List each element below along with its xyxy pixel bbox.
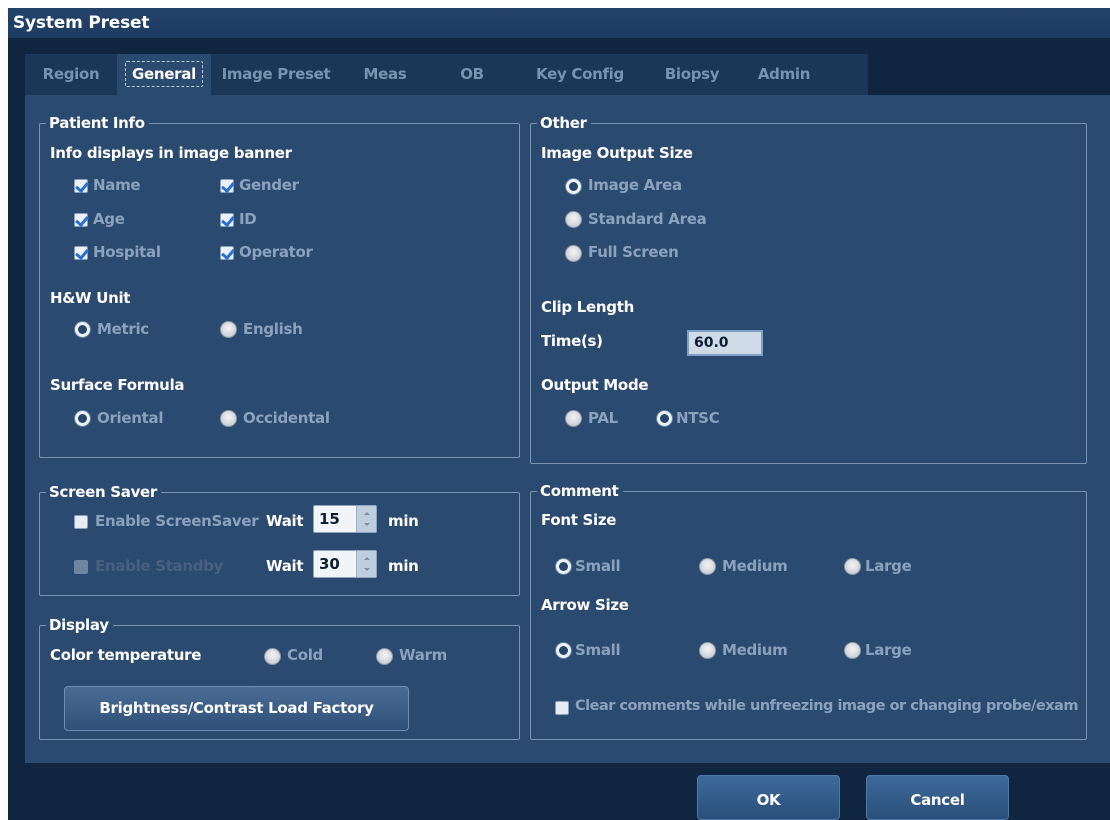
wait-label-1: Wait — [266, 512, 304, 530]
image-area-label: Image Area — [588, 176, 682, 194]
cancel-button[interactable]: Cancel — [866, 775, 1009, 820]
ntsc-label: NTSC — [676, 409, 720, 427]
tab-meas[interactable]: Meas — [341, 54, 429, 95]
font-medium-label: Medium — [722, 557, 788, 575]
metric-label: Metric — [97, 320, 149, 338]
tab-bar: Region General Image Preset Meas OB Key … — [25, 54, 868, 95]
english-label: English — [243, 320, 303, 338]
tab-image-preset[interactable]: Image Preset — [211, 54, 341, 95]
screen-saver-legend: Screen Saver — [46, 483, 162, 501]
standard-area-label: Standard Area — [588, 210, 707, 228]
window-title: System Preset — [8, 8, 1110, 38]
warm-label: Warm — [399, 646, 447, 664]
clip-time-input[interactable]: 60.0 — [687, 330, 763, 356]
min-label-2: min — [388, 557, 419, 575]
arrow-small-label: Small — [575, 641, 621, 659]
hospital-checkbox[interactable] — [74, 246, 88, 260]
age-checkbox[interactable] — [74, 213, 88, 227]
enable-screensaver-checkbox[interactable] — [74, 515, 88, 529]
font-medium-radio[interactable] — [699, 558, 716, 575]
ok-button[interactable]: OK — [697, 775, 840, 820]
hospital-label: Hospital — [93, 243, 161, 261]
wait-standby-value: 30 — [319, 555, 340, 573]
tab-key-config[interactable]: Key Config — [515, 54, 645, 95]
other-legend: Other — [537, 114, 591, 132]
display-group: Display Color temperature Cold Warm Brig… — [39, 616, 520, 740]
oriental-label: Oriental — [97, 409, 164, 427]
pal-radio[interactable] — [565, 410, 582, 427]
wait-screensaver-spinbox[interactable]: 15 — [313, 505, 377, 533]
tab-region[interactable]: Region — [25, 54, 117, 95]
id-checkbox[interactable] — [220, 213, 234, 227]
wait-screensaver-spinner[interactable] — [356, 506, 376, 532]
age-label: Age — [93, 210, 125, 228]
wait-screensaver-value: 15 — [319, 510, 340, 528]
enable-standby-label: Enable Standby — [95, 557, 224, 575]
cold-radio[interactable] — [264, 648, 281, 665]
comment-legend: Comment — [537, 482, 623, 500]
gender-checkbox[interactable] — [220, 179, 234, 193]
name-checkbox[interactable] — [74, 179, 88, 193]
arrow-medium-label: Medium — [722, 641, 788, 659]
arrow-large-label: Large — [865, 641, 912, 659]
font-small-radio[interactable] — [555, 558, 572, 575]
gender-label: Gender — [239, 176, 299, 194]
wait-standby-spinner[interactable] — [356, 551, 376, 577]
full-screen-radio[interactable] — [565, 245, 582, 262]
arrow-medium-radio[interactable] — [699, 642, 716, 659]
time-label: Time(s) — [541, 332, 603, 350]
cold-label: Cold — [287, 646, 323, 664]
metric-radio[interactable] — [74, 321, 91, 338]
min-label-1: min — [388, 512, 419, 530]
patient-info-legend: Patient Info — [46, 114, 149, 132]
surface-formula-heading: Surface Formula — [50, 376, 185, 394]
wait-standby-spinbox[interactable]: 30 — [313, 550, 377, 578]
font-large-radio[interactable] — [844, 558, 861, 575]
arrow-size-heading: Arrow Size — [541, 596, 629, 614]
color-temperature-label: Color temperature — [50, 646, 202, 664]
font-small-label: Small — [575, 557, 621, 575]
full-screen-label: Full Screen — [588, 243, 679, 261]
oriental-radio[interactable] — [74, 410, 91, 427]
tab-admin[interactable]: Admin — [739, 54, 829, 95]
tab-general[interactable]: General — [117, 54, 211, 95]
tab-biopsy[interactable]: Biopsy — [645, 54, 739, 95]
font-size-heading: Font Size — [541, 511, 617, 529]
patient-info-group: Patient Info Info displays in image bann… — [39, 114, 520, 458]
clear-comments-label: Clear comments while unfreezing image or… — [575, 698, 1078, 714]
comment-group: Comment Font Size Small Medium Large Arr… — [530, 482, 1087, 740]
occidental-radio[interactable] — [220, 410, 237, 427]
arrow-small-radio[interactable] — [555, 642, 572, 659]
name-label: Name — [93, 176, 141, 194]
wait-label-2: Wait — [266, 557, 304, 575]
arrow-large-radio[interactable] — [844, 642, 861, 659]
occidental-label: Occidental — [243, 409, 330, 427]
output-mode-heading: Output Mode — [541, 376, 649, 394]
hw-unit-heading: H&W Unit — [50, 289, 131, 307]
image-area-radio[interactable] — [565, 178, 582, 195]
general-panel: Patient Info Info displays in image bann… — [25, 95, 1110, 763]
banner-heading: Info displays in image banner — [50, 144, 292, 162]
screen-saver-group: Screen Saver Enable ScreenSaver Wait 15 … — [39, 483, 520, 596]
warm-radio[interactable] — [376, 648, 393, 665]
font-large-label: Large — [865, 557, 912, 575]
id-label: ID — [239, 210, 257, 228]
clip-length-heading: Clip Length — [541, 298, 634, 316]
image-output-heading: Image Output Size — [541, 144, 693, 162]
pal-label: PAL — [588, 409, 618, 427]
other-group: Other Image Output Size Image Area Stand… — [530, 114, 1087, 464]
display-legend: Display — [46, 616, 113, 634]
enable-screensaver-label: Enable ScreenSaver — [95, 512, 259, 530]
brightness-contrast-load-factory-button[interactable]: Brightness/Contrast Load Factory — [64, 686, 409, 731]
clear-comments-checkbox[interactable] — [555, 701, 569, 715]
operator-checkbox[interactable] — [220, 246, 234, 260]
standard-area-radio[interactable] — [565, 211, 582, 228]
enable-standby-checkbox[interactable] — [74, 560, 88, 574]
tab-ob[interactable]: OB — [429, 54, 515, 95]
tab-general-label: General — [125, 61, 203, 87]
ntsc-radio[interactable] — [656, 410, 673, 427]
operator-label: Operator — [239, 243, 313, 261]
english-radio[interactable] — [220, 321, 237, 338]
